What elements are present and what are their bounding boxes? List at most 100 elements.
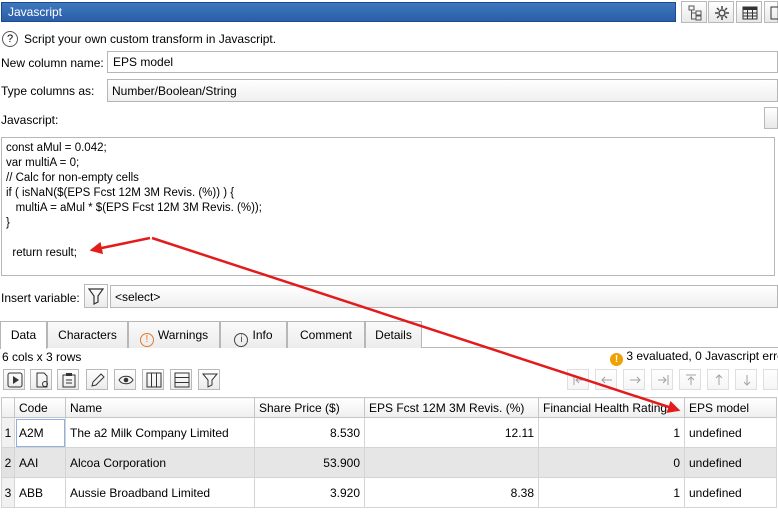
gear-icon bbox=[715, 6, 729, 20]
table-cell[interactable]: 0 bbox=[538, 447, 685, 478]
table-cell[interactable]: undefined bbox=[684, 447, 777, 478]
table-cell[interactable]: 12.11 bbox=[364, 417, 539, 448]
table-row[interactable]: 3 ABB Aussie Broadband Limited 3.920 8.3… bbox=[1, 477, 777, 508]
column-header[interactable]: Financial Health Rating bbox=[538, 397, 685, 418]
row-number: 3 bbox=[1, 477, 15, 508]
structure-button[interactable] bbox=[681, 1, 707, 23]
column-name-label: New column name: bbox=[1, 56, 104, 70]
evaluation-status-text: 3 evaluated, 0 Javascript erro bbox=[626, 349, 778, 363]
new-document-button[interactable] bbox=[30, 369, 52, 390]
insert-variable-select[interactable]: <select> bbox=[110, 285, 778, 308]
help-text: Script your own custom transform in Java… bbox=[24, 32, 277, 46]
column-header[interactable]: Share Price ($) bbox=[254, 397, 365, 418]
insert-variable-value: <select> bbox=[115, 290, 161, 304]
previous-column-button[interactable] bbox=[595, 369, 617, 390]
data-table: Code Name Share Price ($) EPS Fcst 12M 3… bbox=[1, 397, 777, 508]
columns-icon bbox=[146, 372, 162, 388]
expand-editor-button[interactable] bbox=[764, 107, 778, 129]
warning-badge-icon: ! bbox=[610, 353, 623, 366]
panel-icon bbox=[770, 6, 778, 20]
clipboard-icon bbox=[62, 373, 76, 388]
tab-data[interactable]: Data bbox=[0, 321, 47, 349]
table-cell[interactable]: Aussie Broadband Limited bbox=[65, 477, 255, 508]
table-cell[interactable]: 1 bbox=[538, 477, 685, 508]
table-header-row: Code Name Share Price ($) EPS Fcst 12M 3… bbox=[1, 397, 777, 418]
table-cell[interactable]: 8.38 bbox=[364, 477, 539, 508]
table-cell[interactable]: A2M bbox=[14, 417, 66, 448]
transform-title: Javascript bbox=[8, 5, 63, 19]
code-line: } bbox=[6, 217, 10, 229]
arrow-first-icon bbox=[573, 375, 584, 385]
table-cell[interactable]: 53.900 bbox=[254, 447, 365, 478]
table-row[interactable]: 1 A2M The a2 Milk Company Limited 8.530 … bbox=[1, 417, 777, 448]
column-name-input[interactable]: EPS model bbox=[107, 51, 778, 73]
table-view-button[interactable] bbox=[736, 1, 762, 23]
table-cell[interactable] bbox=[364, 447, 539, 478]
column-header[interactable]: EPS Fcst 12M 3M Revis. (%) bbox=[364, 397, 539, 418]
row-number: 2 bbox=[1, 447, 15, 478]
pencil-icon bbox=[91, 373, 105, 387]
code-line: // Calc for non-empty cells bbox=[6, 172, 139, 184]
table-cell[interactable]: undefined bbox=[684, 477, 777, 508]
tab-bar: Data Characters ! Warnings i Info Comment … bbox=[0, 321, 778, 349]
help-row: ? Script your own custom transform in Ja… bbox=[2, 30, 276, 48]
warning-icon: ! bbox=[139, 333, 154, 347]
help-icon[interactable]: ? bbox=[2, 31, 18, 47]
table-cell[interactable]: The a2 Milk Company Limited bbox=[65, 417, 255, 448]
last-column-button[interactable] bbox=[651, 369, 673, 390]
script-label: Javascript: bbox=[1, 113, 59, 127]
next-row-button[interactable] bbox=[735, 369, 757, 390]
table-cell[interactable]: AAI bbox=[14, 447, 66, 478]
arrow-top-icon bbox=[686, 374, 696, 385]
run-button[interactable] bbox=[3, 369, 25, 390]
column-header[interactable]: Name bbox=[65, 397, 255, 418]
last-row-button[interactable] bbox=[763, 369, 778, 390]
arrow-down-icon bbox=[743, 375, 751, 386]
filter-variables-button[interactable] bbox=[84, 284, 108, 308]
arrow-left-icon bbox=[601, 376, 612, 384]
edit-button[interactable] bbox=[86, 369, 108, 390]
rows-button[interactable] bbox=[170, 369, 192, 390]
javascript-editor[interactable]: const aMul = 0.042; var multiA = 0; // Cal… bbox=[1, 137, 775, 276]
type-select[interactable]: Number/Boolean/String bbox=[107, 79, 778, 102]
tab-characters[interactable]: Characters bbox=[47, 321, 128, 348]
play-icon bbox=[7, 372, 23, 388]
type-label: Type columns as: bbox=[1, 84, 95, 98]
arrow-right-icon bbox=[630, 376, 641, 384]
table-cell[interactable]: 8.530 bbox=[254, 417, 365, 448]
arrow-last-icon bbox=[658, 375, 669, 385]
tab-details[interactable]: Details bbox=[365, 321, 422, 348]
info-icon: i bbox=[234, 333, 249, 347]
column-header[interactable]: EPS model bbox=[684, 397, 777, 418]
overflow-button[interactable] bbox=[764, 1, 778, 23]
paste-button[interactable] bbox=[57, 369, 79, 390]
next-column-button[interactable] bbox=[623, 369, 645, 390]
row-number: 1 bbox=[1, 417, 15, 448]
first-column-button[interactable] bbox=[567, 369, 589, 390]
table-cell[interactable]: undefined bbox=[684, 417, 777, 448]
code-line: if ( isNaN($(EPS Fcst 12M 3M Revis. (%))… bbox=[6, 187, 235, 199]
columns-button[interactable] bbox=[142, 369, 164, 390]
table-cell[interactable]: 3.920 bbox=[254, 477, 365, 508]
first-row-button[interactable] bbox=[679, 369, 701, 390]
table-cell[interactable]: 1 bbox=[538, 417, 685, 448]
code-line: const aMul = 0.042; bbox=[6, 142, 107, 154]
code-line: return result; bbox=[6, 247, 77, 259]
arrow-up-icon bbox=[715, 374, 723, 385]
previous-row-button[interactable] bbox=[707, 369, 729, 390]
tab-warnings[interactable]: ! Warnings bbox=[128, 321, 220, 348]
document-icon bbox=[36, 372, 48, 388]
table-cell[interactable]: Alcoa Corporation bbox=[65, 447, 255, 478]
rows-icon bbox=[174, 372, 190, 388]
table-cell[interactable]: ABB bbox=[14, 477, 66, 508]
filter-rows-button[interactable] bbox=[198, 369, 220, 390]
tab-info[interactable]: i Info bbox=[220, 321, 287, 348]
table-row[interactable]: 2 AAI Alcoa Corporation 53.900 0 undefin… bbox=[1, 447, 777, 478]
evaluation-status: ! 3 evaluated, 0 Javascript erro bbox=[610, 349, 778, 366]
column-header[interactable]: Code bbox=[14, 397, 66, 418]
code-line: multiA = aMul * $(EPS Fcst 12M 3M Revis.… bbox=[6, 202, 262, 214]
settings-button[interactable] bbox=[708, 1, 734, 23]
preview-button[interactable] bbox=[114, 369, 136, 390]
tab-comment[interactable]: Comment bbox=[287, 321, 365, 348]
